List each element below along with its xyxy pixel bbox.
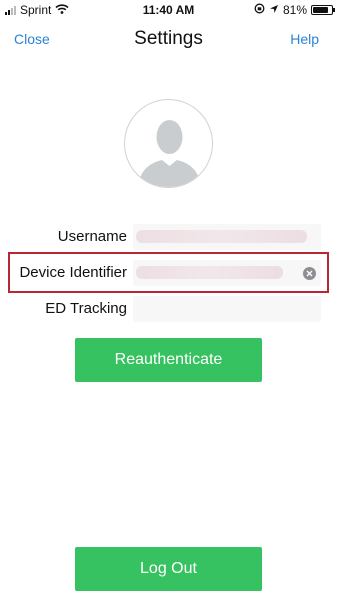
orientation-lock-icon xyxy=(254,3,265,17)
username-field-container xyxy=(133,224,321,250)
ed-tracking-row: ED Tracking xyxy=(0,294,337,324)
navigation-bar: Close Settings Help xyxy=(0,20,337,60)
settings-screen: Sprint 11:40 AM 81% Close Settings Help … xyxy=(0,0,337,600)
status-bar: Sprint 11:40 AM 81% xyxy=(0,0,337,20)
ed-tracking-field-container xyxy=(133,296,321,322)
username-field[interactable] xyxy=(133,224,321,250)
ed-tracking-label: ED Tracking xyxy=(45,300,127,317)
device-identifier-field-container xyxy=(133,260,321,286)
page-title: Settings xyxy=(134,28,203,49)
device-identifier-label: Device Identifier xyxy=(19,264,127,281)
status-right: 81% xyxy=(254,3,335,17)
battery-percent: 81% xyxy=(282,3,307,17)
avatar xyxy=(124,99,213,188)
help-button[interactable]: Help xyxy=(290,31,319,47)
device-identifier-row: Device Identifier xyxy=(0,258,337,288)
battery-icon xyxy=(311,5,335,15)
clear-text-icon[interactable] xyxy=(303,267,316,280)
reauthenticate-button[interactable]: Reauthenticate xyxy=(75,338,262,382)
location-arrow-icon xyxy=(269,3,279,17)
ed-tracking-field[interactable] xyxy=(133,296,321,322)
user-silhouette-icon xyxy=(138,120,201,187)
device-identifier-field[interactable] xyxy=(133,260,321,286)
log-out-button[interactable]: Log Out xyxy=(75,547,262,591)
username-label: Username xyxy=(57,228,127,245)
username-row: Username xyxy=(0,222,337,252)
